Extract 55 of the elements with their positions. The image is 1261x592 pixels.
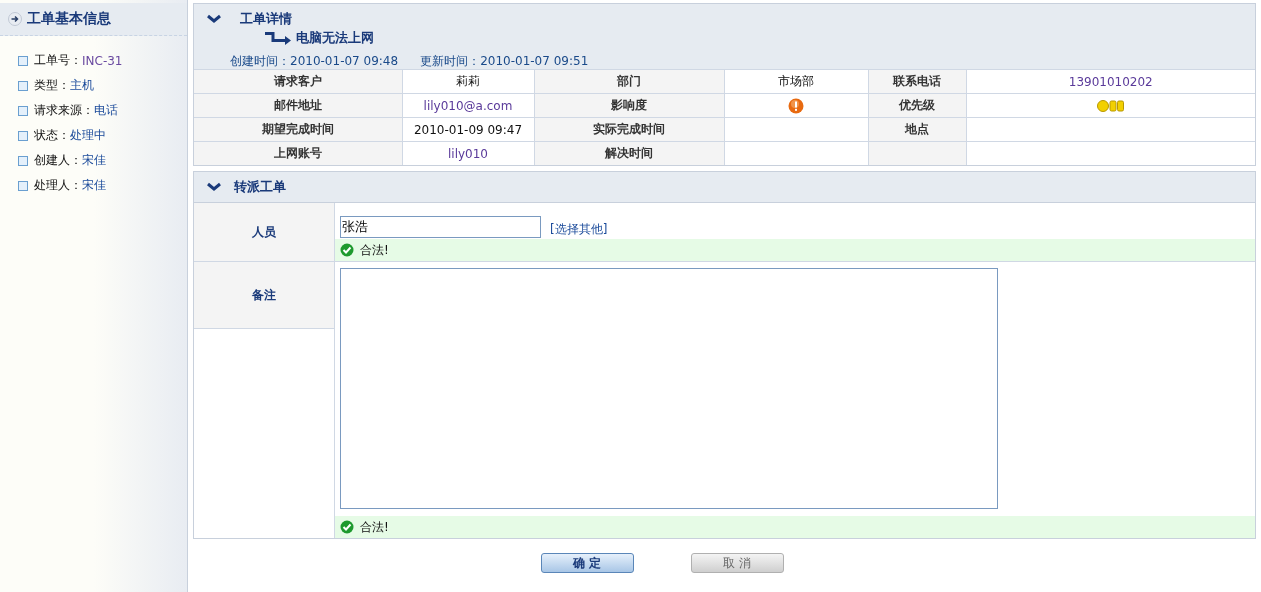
bullet-icon: [18, 105, 28, 116]
choose-other-link[interactable]: [选择其他]: [550, 221, 608, 238]
field-label: 请求客户: [194, 69, 402, 94]
field-value: 莉莉: [402, 69, 534, 94]
field-label: 上网账号: [194, 141, 402, 165]
field-label: 处理人：: [34, 177, 82, 194]
bullet-icon: [18, 80, 28, 91]
field-value-link[interactable]: 主机: [70, 77, 94, 94]
field-label: 期望完成时间: [194, 117, 402, 142]
section-title: 转派工单: [234, 178, 286, 196]
ticket-subject: 电脑无法上网: [296, 29, 374, 47]
field-label: 请求来源：: [34, 102, 94, 119]
field-label: 创建人：: [34, 152, 82, 169]
field-value: 市场部: [724, 69, 868, 94]
field-label: 优先级: [868, 93, 966, 118]
field-label: 实际完成时间: [534, 117, 724, 142]
field-label: 工单号：: [34, 52, 82, 69]
updated-time: 更新时间：2010-01-07 09:51: [420, 53, 589, 70]
field-label: 状态：: [34, 127, 70, 144]
field-label: 邮件地址: [194, 93, 402, 118]
chevron-icon[interactable]: [206, 14, 222, 24]
turn-arrow-icon: [264, 31, 292, 45]
bullet-icon: [18, 55, 28, 66]
section-title: 工单详情: [240, 10, 292, 28]
arrow-icon: [8, 12, 22, 26]
person-input[interactable]: 张浩: [340, 216, 541, 238]
warning-icon: [788, 97, 804, 114]
confirm-button[interactable]: 确 定: [540, 553, 634, 573]
field-label: 备注: [194, 262, 334, 329]
check-icon: [340, 243, 354, 257]
field-label: 解决时间: [534, 141, 724, 165]
field-value-link[interactable]: 处理中: [70, 127, 106, 144]
field-label: 类型：: [34, 77, 70, 94]
field-label: 人员: [194, 203, 335, 262]
created-time: 创建时间：2010-01-07 09:48: [230, 53, 399, 70]
field-value: 2010-01-09 09:47: [402, 117, 534, 142]
field-value: 13901010202: [966, 69, 1255, 94]
field-label: 联系电话: [868, 69, 966, 94]
field-value-link[interactable]: 电话: [94, 102, 118, 119]
sidebar-title: 工单基本信息: [27, 10, 111, 28]
bullet-icon: [18, 180, 28, 191]
chevron-icon[interactable]: [206, 182, 222, 192]
check-icon: [340, 520, 354, 534]
field-value: INC-31: [82, 53, 123, 68]
field-value: lily010@a.com: [402, 93, 534, 118]
validation-text: 合法!: [360, 241, 389, 259]
validation-text: 合法!: [360, 518, 389, 536]
field-label: 地点: [868, 117, 966, 142]
field-label: 部门: [534, 69, 724, 94]
field-label: 影响度: [534, 93, 724, 118]
priority-icon: [1096, 100, 1125, 112]
bullet-icon: [18, 155, 28, 166]
bullet-icon: [18, 130, 28, 141]
field-value-link[interactable]: 宋佳: [82, 152, 106, 169]
field-value-link[interactable]: 宋佳: [82, 177, 106, 194]
